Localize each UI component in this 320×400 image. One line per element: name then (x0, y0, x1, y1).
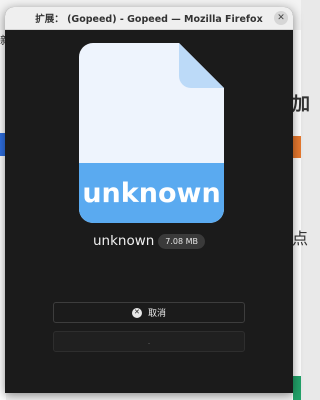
background-text: 点 (292, 229, 309, 248)
window-title: 扩展： (Gopeed) - Gopeed — Mozilla Firefox (35, 14, 263, 25)
cancel-button[interactable]: ✕ 取消 (53, 302, 245, 323)
file-info-row: unknown 7.08 MB (5, 233, 293, 249)
file-type-label: unknown (82, 178, 221, 209)
background-right-strip (292, 30, 301, 400)
file-name: unknown (92, 233, 155, 249)
background-text: 加 (292, 94, 310, 115)
close-icon: ✕ (277, 12, 285, 23)
cancel-button-label: 取消 (147, 309, 166, 319)
secondary-button-label: . (147, 336, 151, 346)
popup-content: unknown unknown 7.08 MB ✕ 取消 . (5, 30, 293, 393)
close-window-button[interactable]: ✕ (274, 11, 288, 25)
window-titlebar[interactable]: 扩展： (Gopeed) - Gopeed — Mozilla Firefox … (5, 7, 293, 30)
background-green-button (293, 376, 301, 400)
cancel-circle-icon: ✕ (131, 307, 142, 318)
extension-popup-window: 扩展： (Gopeed) - Gopeed — Mozilla Firefox … (5, 7, 293, 393)
background-orange-button (293, 136, 301, 158)
secondary-button[interactable]: . (53, 331, 245, 352)
file-size-badge: 7.08 MB (158, 233, 206, 249)
